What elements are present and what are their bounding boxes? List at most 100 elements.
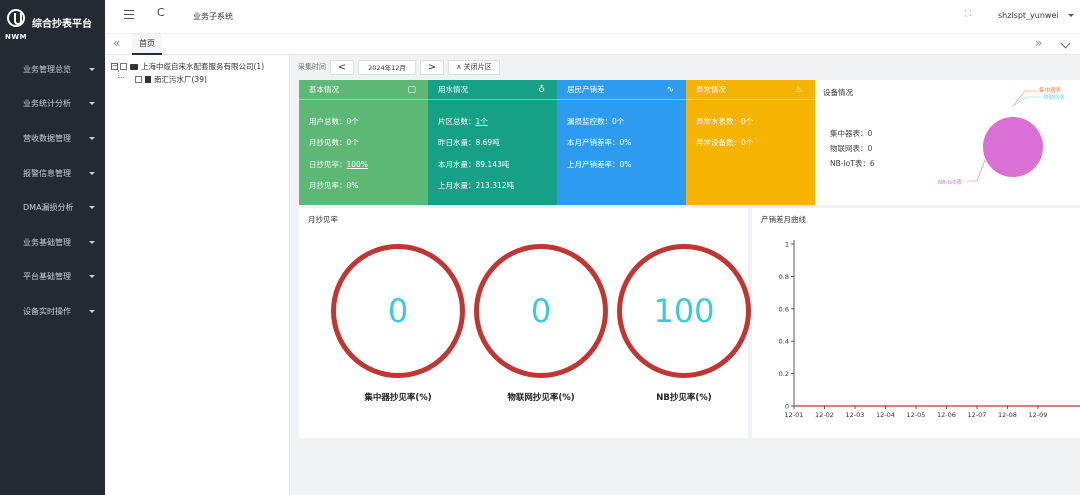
read-rate-panel: 月抄见率 0 0 100 集中器抄见率(%) 物联网抄见率(%) NB抄见率(%… bbox=[299, 208, 751, 438]
tab-bar: « 首页 » bbox=[105, 33, 1080, 55]
card-header: 异常情况 ♨ bbox=[686, 80, 815, 100]
tree-node-root[interactable]: − 上海中缆自来水配套服务有限公司(1) bbox=[111, 61, 264, 72]
day-read-rate: 日抄见率：100% bbox=[309, 159, 368, 170]
card-title: 异常情况 bbox=[696, 85, 726, 94]
pie-label-line bbox=[1012, 96, 1041, 107]
y-tick-label: 0.2 bbox=[779, 370, 789, 378]
sidebar-item-label: 业务管理总览 bbox=[23, 64, 71, 74]
x-tick-label: 12-01 bbox=[785, 411, 804, 419]
data-point bbox=[1037, 405, 1039, 407]
abnormal-device-count: 异常设备数：0个 bbox=[696, 138, 754, 147]
y-tick-label: 0.8 bbox=[779, 273, 789, 281]
water-usage-card: 用水情况 ♁ 片区总数：1个 昨日水量：8.69吨 本月水量：89.143吨 上… bbox=[428, 80, 557, 205]
menu-toggle-icon[interactable] bbox=[124, 10, 134, 19]
close-area-button[interactable]: ∧ 关闭片区 bbox=[448, 59, 500, 75]
chevron-down-icon[interactable] bbox=[1068, 14, 1074, 17]
x-tick-label: 12-02 bbox=[815, 411, 834, 419]
pie-label-iot: 物联网表 bbox=[1043, 95, 1066, 101]
tree-node-label: 南汇污水厂(39) bbox=[154, 75, 207, 84]
nwm-logo-icon bbox=[7, 9, 25, 27]
next-month-button[interactable]: > bbox=[420, 59, 444, 75]
device-card: 设备情况 集中器表：0 物联网表：0 NB-IoT表：6 集中器表 物联网表 N… bbox=[815, 80, 1080, 205]
chevron-down-icon bbox=[89, 136, 95, 140]
chevron-down-icon bbox=[89, 240, 95, 244]
x-tick-label: 12-09 bbox=[1029, 411, 1048, 419]
y-tick-label: 0 bbox=[785, 403, 789, 411]
resident-loss-card: 居民产销差 ∿ 漏损监控数：0个 本月产销差率：0% 上月产销差率：0% bbox=[557, 80, 686, 205]
card-header: 居民产销差 ∿ bbox=[557, 80, 686, 100]
card-header: 基本情况 ▢ bbox=[299, 80, 428, 100]
pulse-icon: ∿ bbox=[666, 85, 674, 95]
sidebar-item-business-base[interactable]: 业务基础管理 bbox=[0, 225, 105, 260]
file-icon bbox=[145, 76, 151, 83]
sidebar: 综合抄表平台 NWM 业务管理总览 业务统计分析 营收数据管理 报警信息管理 D… bbox=[0, 0, 105, 495]
sidebar-item-alarms[interactable]: 报警信息管理 bbox=[0, 156, 105, 191]
chevron-down-icon bbox=[89, 275, 95, 279]
user-name[interactable]: shzlspt_yunwei bbox=[998, 11, 1059, 20]
logo-text: NWM bbox=[5, 33, 28, 41]
area-count-link[interactable]: 1个 bbox=[476, 117, 488, 126]
sidebar-item-revenue[interactable]: 营收数据管理 bbox=[0, 121, 105, 156]
sidebar-item-statistics[interactable]: 业务统计分析 bbox=[0, 87, 105, 122]
chevron-down-icon bbox=[89, 206, 95, 210]
chevron-down-icon bbox=[89, 67, 95, 71]
data-point bbox=[854, 405, 856, 407]
sidebar-item-dma[interactable]: DMA漏损分析 bbox=[0, 190, 105, 225]
collapse-icon[interactable]: − bbox=[111, 63, 118, 70]
fire-icon: ♨ bbox=[794, 85, 803, 95]
abnormal-card: 异常情况 ♨ 异常水表数：0个 异常设备数：0个 bbox=[686, 80, 815, 205]
sidebar-item-platform-base[interactable]: 平台基础管理 bbox=[0, 260, 105, 295]
app-title: 综合抄表平台 bbox=[32, 19, 92, 30]
sidebar-item-label: 平台基础管理 bbox=[23, 272, 71, 282]
fullscreen-icon[interactable]: ⛶ bbox=[965, 9, 971, 19]
x-tick-label: 12-05 bbox=[907, 411, 926, 419]
month-picker[interactable]: 2024年12月 bbox=[358, 59, 416, 75]
tree-checkbox[interactable] bbox=[120, 63, 127, 70]
x-tick-label: 12-03 bbox=[846, 411, 865, 419]
last-month-loss-rate: 上月产销差率：0% bbox=[567, 160, 632, 169]
data-point bbox=[884, 405, 887, 407]
abnormal-meter-count: 异常水表数：0个 bbox=[696, 117, 754, 126]
loss-curve-chart: 0 0.2 0.4 0.6 0.8 1 12-01 12-02 12-03 12-04 12-05 1… bbox=[779, 240, 1080, 419]
prev-month-button[interactable]: < bbox=[330, 59, 354, 75]
tree-node-child[interactable]: 南汇污水厂(39) bbox=[135, 74, 207, 85]
concentrator-rate-gauge: 0 bbox=[331, 244, 465, 378]
sidebar-item-label: DMA漏损分析 bbox=[23, 203, 74, 213]
card-header: 用水情况 ♁ bbox=[428, 80, 557, 100]
tree-node-label: 上海中缆自来水配套服务有限公司(1) bbox=[141, 62, 265, 71]
iot-rate-gauge: 0 bbox=[474, 244, 608, 378]
data-point bbox=[945, 405, 948, 407]
x-tick-label: 12-06 bbox=[937, 411, 956, 419]
tree-connector bbox=[118, 70, 124, 78]
y-tick-label: 0.6 bbox=[779, 305, 789, 313]
pie-slice-nb-iot[interactable] bbox=[983, 117, 1043, 177]
nb-rate-gauge: 100 bbox=[617, 244, 751, 378]
basic-info-card: 基本情况 ▢ 用户总数：0个 月抄见数：0个 日抄见率：100% 月抄见率：0% bbox=[299, 80, 428, 205]
tab-home[interactable]: 首页 bbox=[132, 34, 162, 55]
tab-scroll-right-icon[interactable]: » bbox=[1035, 36, 1042, 50]
data-point bbox=[823, 405, 826, 407]
tab-scroll-left-icon[interactable]: « bbox=[113, 36, 120, 50]
month-read-rate: 月抄见率：0% bbox=[309, 181, 359, 190]
gauge-label: NB抄见率(%) bbox=[656, 393, 712, 403]
subsystem-title[interactable]: 业务子系统 bbox=[193, 11, 233, 22]
sidebar-item-overview[interactable]: 业务管理总览 bbox=[0, 52, 105, 87]
tree-checkbox[interactable] bbox=[135, 76, 142, 83]
card-title: 用水情况 bbox=[438, 85, 468, 94]
day-read-rate-label: 日抄见率： bbox=[309, 160, 347, 169]
chevron-down-icon[interactable] bbox=[1060, 38, 1071, 49]
filter-label: 采集时间 bbox=[298, 63, 326, 71]
refresh-icon[interactable]: C bbox=[157, 6, 165, 19]
top-bar: C 业务子系统 ⛶ shzlspt_yunwei bbox=[105, 0, 1080, 33]
sidebar-item-device-ops[interactable]: 设备实时操作 bbox=[0, 294, 105, 329]
sidebar-item-label: 设备实时操作 bbox=[23, 306, 71, 316]
sidebar-item-label: 报警信息管理 bbox=[23, 168, 71, 178]
x-tick-label: 12-07 bbox=[968, 411, 987, 419]
area-total: 片区总数：1个 bbox=[438, 116, 488, 127]
panel-title: 月抄见率 bbox=[308, 215, 338, 224]
leak-monitor-count: 漏损监控数：0个 bbox=[567, 117, 625, 126]
chevron-down-icon bbox=[89, 102, 95, 106]
day-read-rate-link[interactable]: 100% bbox=[347, 160, 368, 169]
card-title: 基本情况 bbox=[309, 85, 339, 94]
org-tree: − 上海中缆自来水配套服务有限公司(1) 南汇污水厂(39) bbox=[105, 55, 290, 495]
